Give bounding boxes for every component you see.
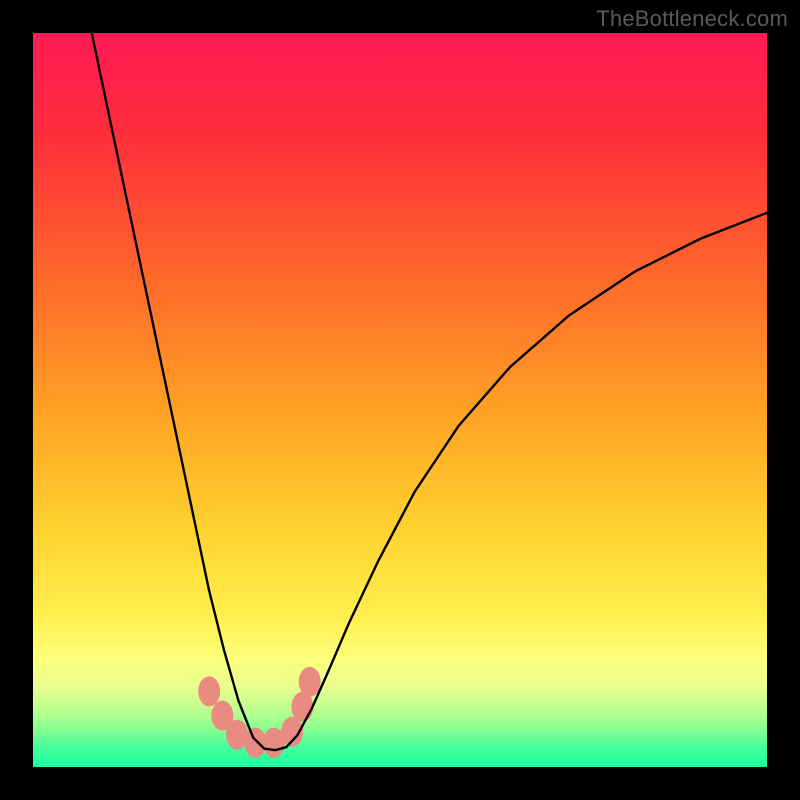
plot-area xyxy=(33,33,767,767)
chart-stage: TheBottleneck.com xyxy=(0,0,800,800)
curve-marker xyxy=(198,676,220,706)
curve-layer xyxy=(33,33,767,767)
curve-marker xyxy=(299,667,321,697)
watermark-text: TheBottleneck.com xyxy=(596,6,788,32)
bottleneck-curve xyxy=(92,33,767,750)
